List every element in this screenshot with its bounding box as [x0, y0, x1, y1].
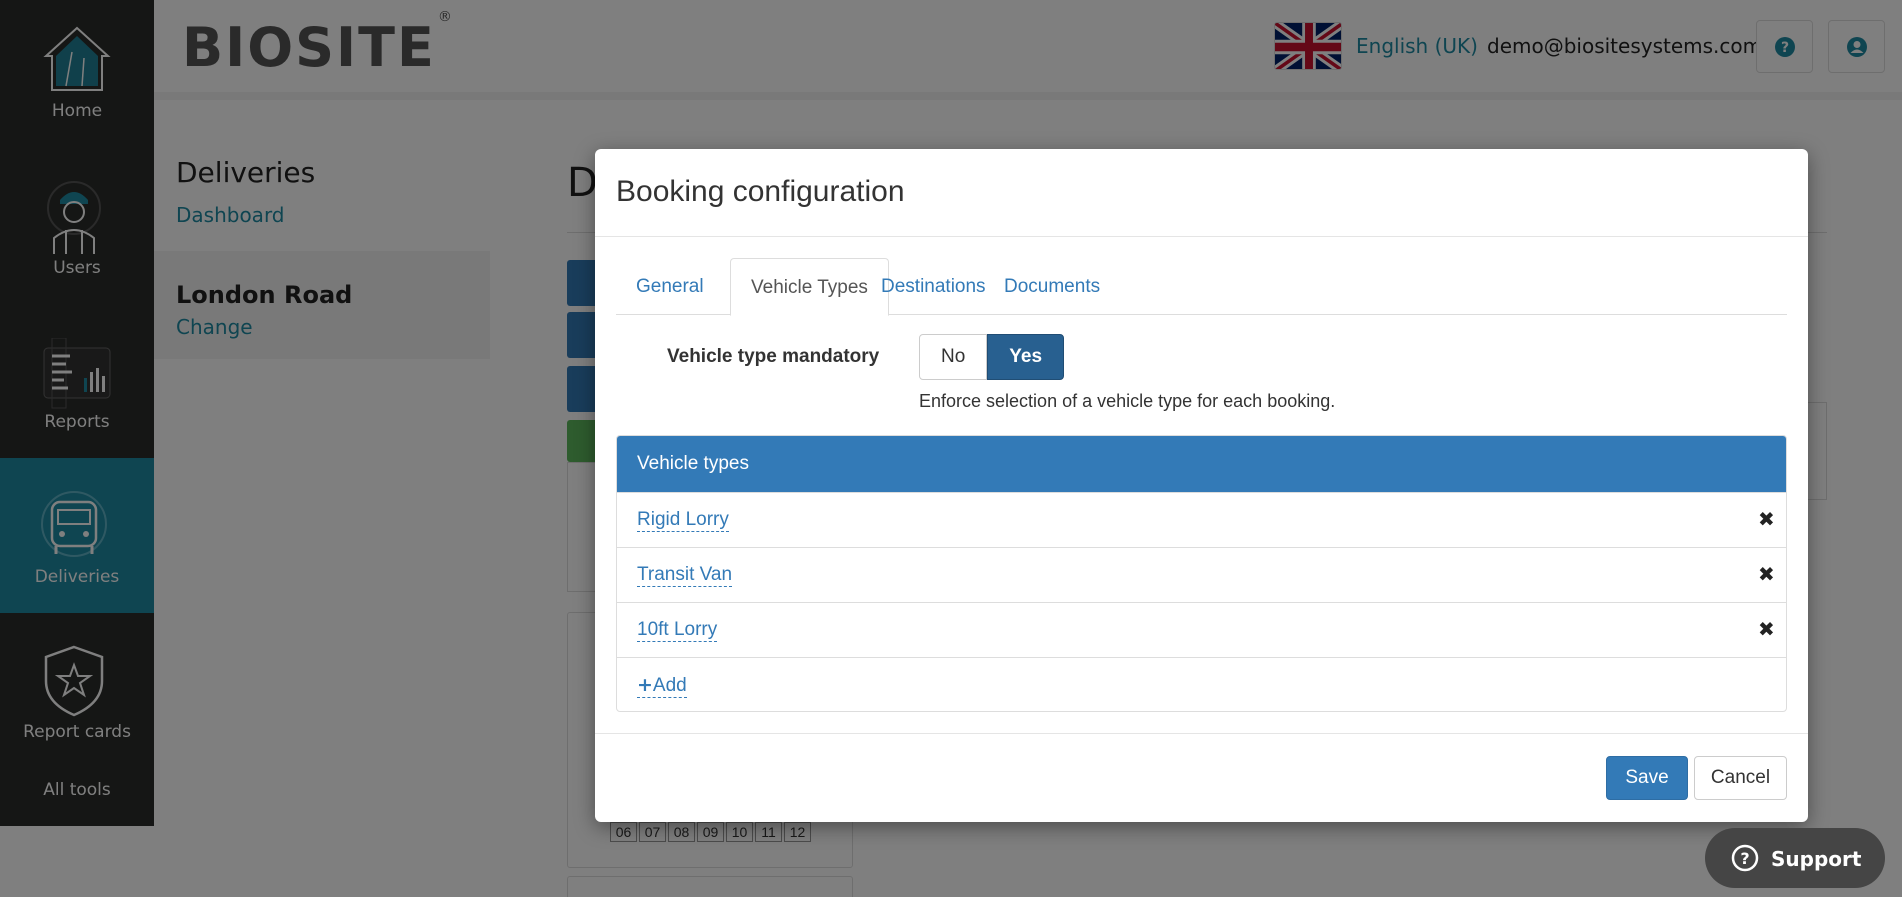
remove-icon[interactable]: ✖ — [1758, 507, 1775, 531]
remove-icon[interactable]: ✖ — [1758, 617, 1775, 641]
tab-documents[interactable]: Documents — [984, 258, 1120, 315]
list-item: Transit Van ✖ — [617, 547, 1786, 602]
vehicle-types-panel-title: Vehicle types — [617, 436, 1786, 492]
vehicle-type-help-text: Enforce selection of a vehicle type for … — [919, 391, 1336, 411]
modal-title: Booking configuration — [616, 175, 905, 208]
svg-text:?: ? — [1740, 849, 1749, 868]
save-button[interactable]: Save — [1606, 756, 1688, 800]
support-button[interactable]: ? Support — [1705, 828, 1885, 888]
config-tabs: General Vehicle Types Destinations Docum… — [616, 258, 1787, 316]
vehicle-type-mandatory-label: Vehicle type mandatory — [667, 346, 880, 367]
add-vehicle-type-button[interactable]: +Add — [637, 674, 687, 698]
cancel-button[interactable]: Cancel — [1694, 756, 1787, 800]
toggle-no-option[interactable]: No — [919, 334, 988, 380]
support-label: Support — [1771, 847, 1862, 871]
list-item: Rigid Lorry ✖ — [617, 492, 1786, 547]
tab-general[interactable]: General — [616, 258, 724, 315]
vehicle-type-link[interactable]: 10ft Lorry — [637, 619, 718, 642]
question-circle-icon: ? — [1731, 844, 1759, 872]
vehicle-types-panel: Vehicle types Rigid Lorry ✖ Transit Van … — [616, 435, 1787, 712]
vehicle-type-link[interactable]: Transit Van — [637, 564, 733, 587]
add-row: +Add — [617, 657, 1786, 711]
plus-icon: + — [637, 674, 653, 696]
list-item: 10ft Lorry ✖ — [617, 602, 1786, 657]
vehicle-type-link[interactable]: Rigid Lorry — [637, 509, 729, 532]
toggle-yes-option[interactable]: Yes — [987, 334, 1065, 380]
vehicle-type-mandatory-toggle: No Yes — [919, 334, 1065, 380]
modal-header-divider — [595, 236, 1808, 237]
add-label: Add — [652, 675, 687, 696]
modal-footer-divider — [595, 733, 1808, 734]
remove-icon[interactable]: ✖ — [1758, 562, 1775, 586]
booking-configuration-modal: Booking configuration General Vehicle Ty… — [595, 149, 1808, 822]
